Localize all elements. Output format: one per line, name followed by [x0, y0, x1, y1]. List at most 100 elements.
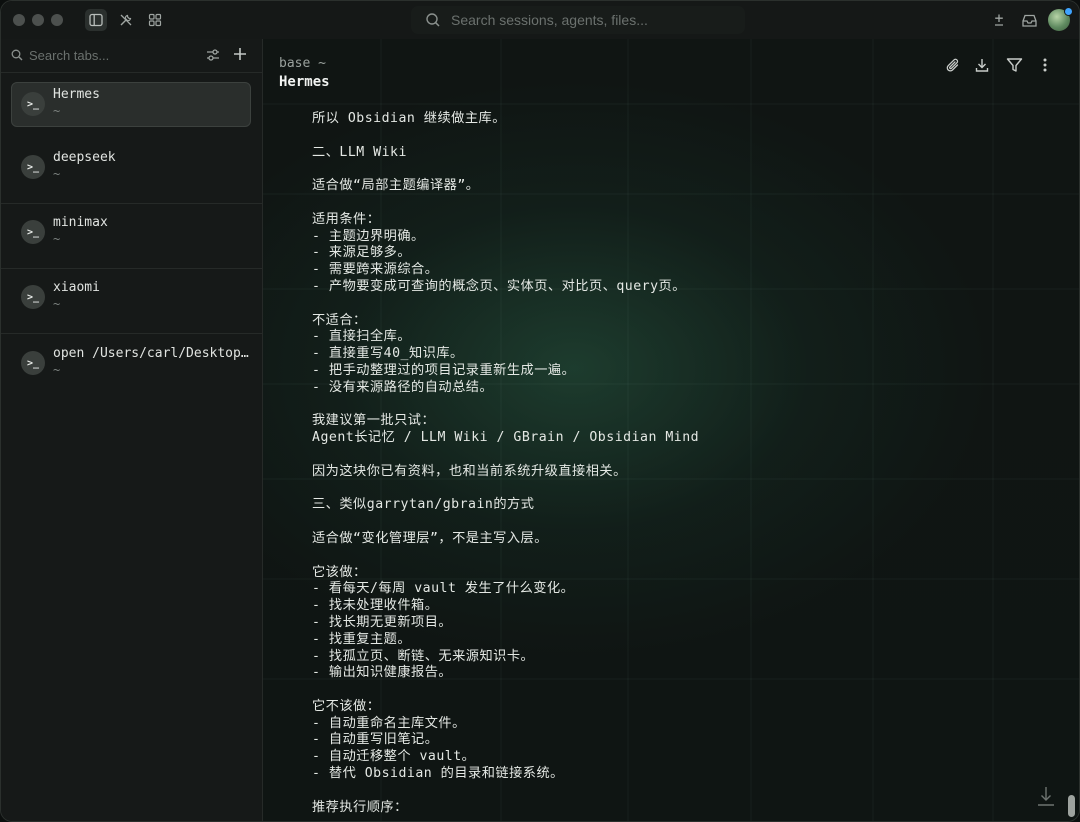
- plus-minus-icon: [995, 14, 1003, 26]
- tab-xiaomi[interactable]: >_ xiaomi ~: [1, 269, 262, 334]
- more-options-button[interactable]: [1033, 53, 1057, 77]
- session-title: Hermes: [279, 74, 330, 90]
- grid-icon: [148, 13, 162, 27]
- more-vertical-icon: [1043, 58, 1047, 72]
- tab-name: xiaomi: [53, 280, 100, 295]
- sidebar-toggle-button[interactable]: [85, 9, 107, 31]
- output-line: - 直接扫全库。: [312, 329, 412, 345]
- close-window-button[interactable]: [13, 14, 25, 26]
- output-line: - 主题边界明确。: [312, 228, 425, 244]
- title-bar: Search sessions, agents, files...: [1, 1, 1079, 40]
- attach-button[interactable]: [941, 53, 965, 77]
- terminal-icon: >_: [21, 351, 45, 375]
- breadcrumb: base ~: [279, 56, 326, 71]
- download-icon: [975, 59, 989, 72]
- output-line: 因为这块你已有资料，也和当前系统升级直接相关。: [312, 463, 627, 479]
- output-line: 所以 Obsidian 继续做主库。: [312, 111, 506, 126]
- output-line: - 产物要变成可查询的概念页、实体页、对比页、query页。: [312, 278, 686, 294]
- output-line: - 找重复主题。: [312, 631, 412, 647]
- tools-icon: [120, 14, 132, 26]
- output-line: 适合做“变化管理层”，不是主写入层。: [312, 530, 548, 546]
- tab-name: minimax: [53, 215, 108, 230]
- new-tab-plus-icon[interactable]: [233, 47, 247, 61]
- download-button[interactable]: [970, 53, 994, 77]
- tab-path: ~: [53, 232, 61, 246]
- output-line: - 来源足够多。: [312, 245, 412, 261]
- terminal-icon: >_: [21, 155, 45, 179]
- output-line: - 把手动整理过的项目记录重新生成一遍。: [312, 362, 576, 378]
- tab-path: ~: [53, 104, 61, 118]
- sidebar-toggle-icon: [89, 13, 103, 27]
- output-line: 我建议第一批只试：: [312, 413, 436, 429]
- tab-name: open /Users/carl/Desktop…: [53, 346, 249, 361]
- filter-icon: [1006, 58, 1022, 72]
- tabs-sidebar: Search tabs... >_ Hermes ~ >_ deepseek ~: [1, 39, 263, 821]
- output-line: - 输出知识健康报告。: [312, 665, 453, 681]
- app-window: Search sessions, agents, files... Search…: [0, 0, 1080, 822]
- tab-path: ~: [53, 167, 61, 181]
- output-line: 它该做：: [312, 564, 367, 580]
- output-line: 不适合：: [312, 312, 367, 328]
- tab-open-desktop[interactable]: >_ open /Users/carl/Desktop… ~: [1, 335, 262, 400]
- tab-search-bar[interactable]: Search tabs...: [1, 39, 262, 73]
- output-line: 适用条件：: [312, 211, 381, 227]
- session-panel: base ~ Hermes 所以 Obsidian 继续做主库。 二、LLM W…: [263, 39, 1079, 821]
- filter-button[interactable]: [1002, 53, 1026, 77]
- tab-name: Hermes: [53, 87, 100, 102]
- session-output: 所以 Obsidian 继续做主库。 二、LLM Wiki 适合做“局部主题编译器”…: [312, 111, 1052, 816]
- output-line: 适合做“局部主题编译器”。: [312, 178, 480, 194]
- scrollbar-thumb[interactable]: [1068, 795, 1075, 817]
- output-line: - 自动重命名主库文件。: [312, 715, 466, 731]
- output-line: 三、类似garrytan/gbrain的方式: [312, 497, 535, 513]
- output-line: - 自动重写旧笔记。: [312, 732, 439, 748]
- inbox-button[interactable]: [1018, 9, 1040, 31]
- tab-hermes[interactable]: >_ Hermes ~: [1, 76, 262, 141]
- output-line: - 找长期无更新项目。: [312, 614, 453, 630]
- search-icon: [426, 13, 440, 27]
- tab-minimax[interactable]: >_ minimax ~: [1, 204, 262, 269]
- output-line: 它不该做：: [312, 698, 381, 714]
- tab-deepseek[interactable]: >_ deepseek ~: [1, 139, 262, 204]
- terminal-icon: >_: [21, 92, 45, 116]
- notification-badge: [1064, 7, 1073, 16]
- scroll-to-bottom-icon[interactable]: [1035, 784, 1057, 808]
- search-icon: [11, 49, 23, 61]
- tab-name: deepseek: [53, 150, 116, 165]
- output-line: 二、LLM Wiki: [312, 144, 407, 160]
- output-line: - 自动迁移整个 vault。: [312, 749, 476, 765]
- paperclip-icon: [946, 58, 959, 72]
- zoom-window-button[interactable]: [51, 14, 63, 26]
- tab-search-placeholder: Search tabs...: [29, 48, 110, 63]
- terminal-icon: >_: [21, 220, 45, 244]
- output-line: - 找未处理收件箱。: [312, 598, 439, 614]
- tab-path: ~: [53, 363, 61, 377]
- plus-minus-button[interactable]: [988, 9, 1010, 31]
- inbox-icon: [1021, 14, 1037, 27]
- filter-sliders-icon[interactable]: [205, 48, 221, 62]
- output-line: - 没有来源路径的自动总结。: [312, 379, 494, 395]
- global-search-input[interactable]: Search sessions, agents, files...: [411, 6, 745, 34]
- output-line: - 看每天/每周 vault 发生了什么变化。: [312, 581, 575, 597]
- tab-path: ~: [53, 297, 61, 311]
- terminal-icon: >_: [21, 285, 45, 309]
- grid-view-button[interactable]: [144, 9, 166, 31]
- output-line: 推荐执行顺序：: [312, 799, 408, 815]
- tools-button[interactable]: [115, 9, 137, 31]
- output-line: - 需要跨来源综合。: [312, 262, 439, 278]
- output-line: Agent长记忆 / LLM Wiki / GBrain / Obsidian …: [312, 430, 700, 446]
- global-search-placeholder: Search sessions, agents, files...: [451, 12, 648, 28]
- minimize-window-button[interactable]: [32, 14, 44, 26]
- output-line: - 替代 Obsidian 的目录和链接系统。: [312, 766, 564, 782]
- output-line: - 找孤立页、断链、无来源知识卡。: [312, 648, 535, 664]
